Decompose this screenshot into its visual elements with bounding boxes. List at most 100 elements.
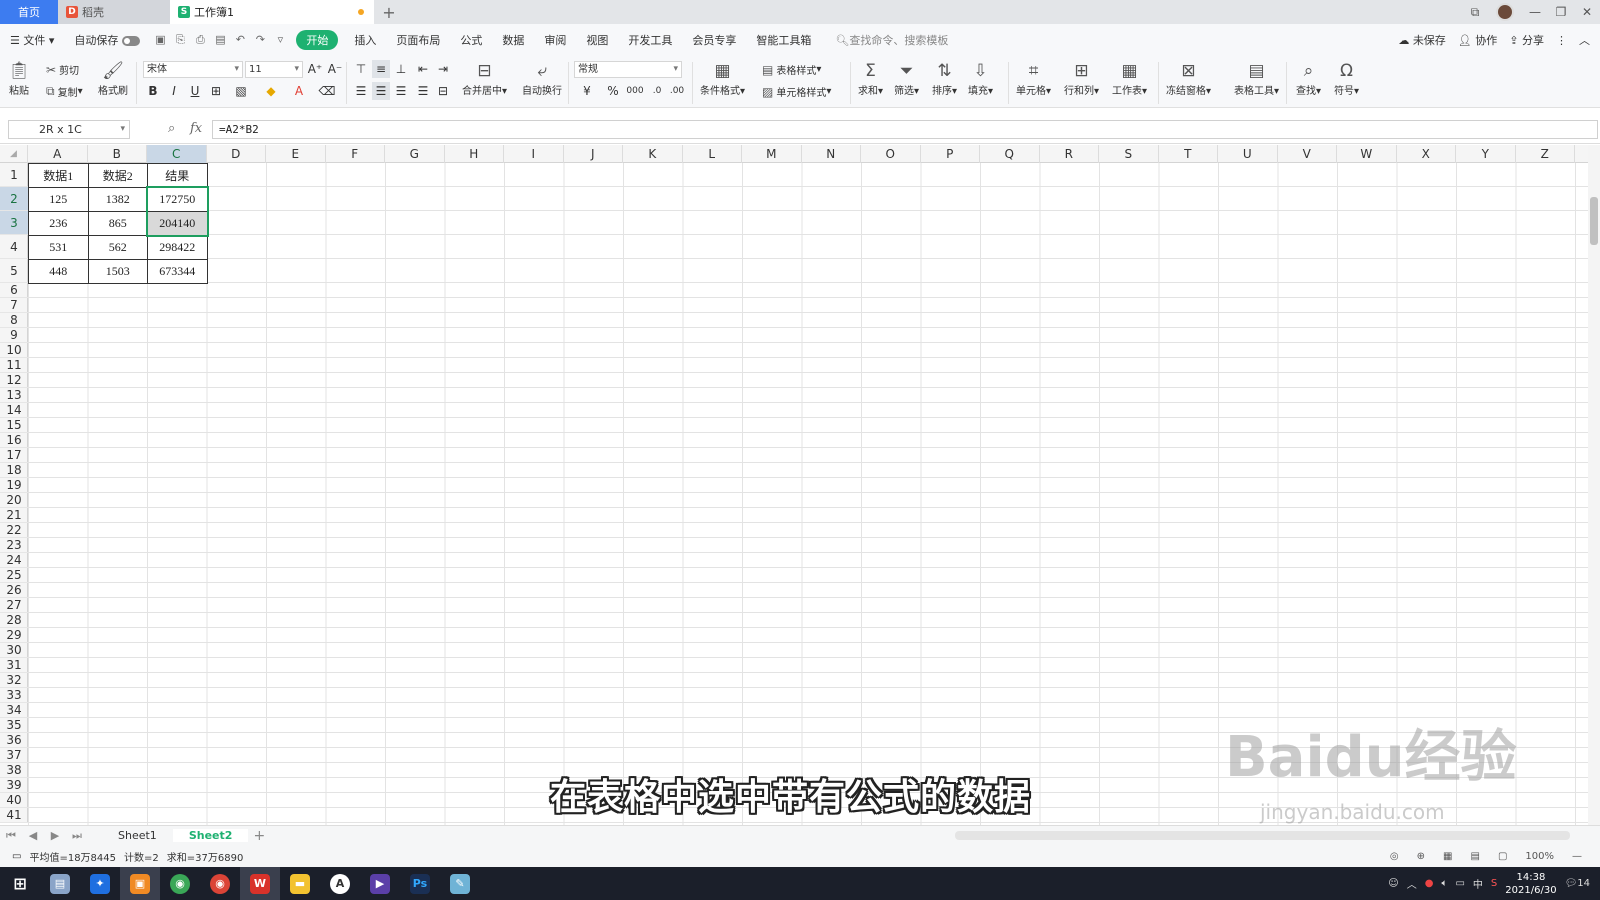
indent-increase-icon[interactable]: ⇥: [434, 60, 452, 78]
more-icon[interactable]: ▿: [273, 33, 287, 47]
row-header-9[interactable]: 9: [0, 328, 28, 343]
column-header-p[interactable]: P: [921, 145, 980, 163]
row-header-30[interactable]: 30: [0, 643, 28, 658]
row-header-38[interactable]: 38: [0, 763, 28, 778]
row-header-5[interactable]: 5: [0, 259, 28, 283]
number-format-select[interactable]: 常规: [574, 61, 682, 78]
wrap-text-button[interactable]: ⤶ 自动换行: [522, 60, 562, 97]
unsaved-button[interactable]: ☁ 未保存: [1398, 32, 1446, 48]
font-size-select[interactable]: 11: [245, 61, 303, 78]
row-header-31[interactable]: 31: [0, 658, 28, 673]
row-header-23[interactable]: 23: [0, 538, 28, 553]
collab-button[interactable]: 👤︎ 协作: [1458, 32, 1497, 48]
taskbar-app-chrome[interactable]: ◉: [160, 867, 200, 900]
zoom-formula-icon[interactable]: ⌕: [168, 121, 175, 136]
network-icon[interactable]: ▭: [1455, 878, 1464, 889]
table-cell[interactable]: 865: [87, 211, 148, 236]
row-header-34[interactable]: 34: [0, 703, 28, 718]
percent-icon[interactable]: %: [604, 82, 622, 100]
decrease-font-icon[interactable]: A⁻: [326, 60, 344, 78]
font-color-icon[interactable]: A: [290, 82, 308, 100]
worksheet-button[interactable]: ▦ 工作表▾: [1112, 60, 1147, 97]
taskbar-app-wps[interactable]: W: [240, 867, 280, 900]
column-header-r[interactable]: R: [1040, 145, 1099, 163]
table-cell[interactable]: 562: [87, 235, 148, 260]
table-tools-button[interactable]: ▤ 表格工具▾: [1234, 60, 1279, 97]
spreadsheet-grid[interactable]: ◢ A B C D E F G H I J K L M N O P Q R S T U V W X Y Z 1 2 3 4 5 6 7 8 9 10 1…: [0, 145, 1600, 825]
sheet-tab-sheet1[interactable]: Sheet1: [102, 829, 173, 842]
more-vertical-icon[interactable]: ⋮: [1556, 34, 1567, 47]
page-break-icon[interactable]: ▢: [1498, 851, 1507, 862]
increase-font-icon[interactable]: A⁺: [306, 60, 324, 78]
horizontal-scrollbar[interactable]: [955, 831, 1570, 840]
column-header-k[interactable]: K: [623, 145, 683, 163]
add-sheet-button[interactable]: +: [248, 828, 270, 844]
row-header-36[interactable]: 36: [0, 733, 28, 748]
border-icon[interactable]: ⊞: [207, 82, 225, 100]
row-header-12[interactable]: 12: [0, 373, 28, 388]
row-header-26[interactable]: 26: [0, 583, 28, 598]
fill-button[interactable]: ⇩ 填充▾: [968, 60, 993, 97]
column-header-b[interactable]: B: [88, 145, 147, 163]
row-header-35[interactable]: 35: [0, 718, 28, 733]
decrease-decimal-icon[interactable]: .00: [668, 82, 686, 100]
restore-button[interactable]: ❐: [1548, 5, 1574, 19]
last-sheet-icon[interactable]: ⏭: [66, 829, 88, 843]
symbol-button[interactable]: Ω 符号▾: [1334, 60, 1359, 97]
align-bottom-icon[interactable]: ⊥: [392, 60, 410, 78]
vertical-scrollbar[interactable]: [1588, 145, 1600, 825]
tab-data[interactable]: 数据: [492, 32, 534, 48]
export-icon[interactable]: ⎘: [173, 33, 187, 47]
tab-formulas[interactable]: 公式: [450, 32, 492, 48]
column-header-d[interactable]: D: [207, 145, 266, 163]
column-header-o[interactable]: O: [861, 145, 921, 163]
merge-center-button[interactable]: ⊟ 合并居中▾: [462, 60, 507, 97]
column-header-m[interactable]: M: [742, 145, 802, 163]
normal-view-icon[interactable]: ▦: [1443, 851, 1452, 862]
italic-button[interactable]: I: [165, 82, 183, 100]
align-middle-icon[interactable]: ≡: [372, 60, 390, 78]
taskbar-app-photoshop[interactable]: Ps: [400, 867, 440, 900]
row-header-39[interactable]: 39: [0, 778, 28, 793]
column-header-c[interactable]: C: [147, 145, 207, 163]
table-cell[interactable]: 448: [28, 259, 89, 284]
font-family-select[interactable]: 宋体: [143, 61, 243, 78]
row-header-20[interactable]: 20: [0, 493, 28, 508]
column-header-w[interactable]: W: [1337, 145, 1397, 163]
row-header-4[interactable]: 4: [0, 235, 28, 259]
row-header-8[interactable]: 8: [0, 313, 28, 328]
eye-icon[interactable]: ◎: [1390, 851, 1399, 862]
row-header-22[interactable]: 22: [0, 523, 28, 538]
volume-icon[interactable]: 🔈︎: [1441, 878, 1447, 889]
sheet-status-icon[interactable]: ▭: [12, 851, 21, 862]
layout-icon[interactable]: ⧉: [1462, 5, 1488, 20]
table-cell[interactable]: 204140: [147, 211, 208, 236]
row-header-21[interactable]: 21: [0, 508, 28, 523]
next-sheet-icon[interactable]: ▶: [44, 829, 66, 842]
filter-button[interactable]: ⏷ 筛选▾: [894, 60, 919, 97]
taskbar-app-notes[interactable]: ✎: [440, 867, 480, 900]
tab-home[interactable]: 首页: [0, 0, 58, 24]
row-header-15[interactable]: 15: [0, 418, 28, 433]
save-icon[interactable]: ▣: [153, 33, 167, 47]
align-right-icon[interactable]: ☰: [392, 82, 410, 100]
justify-icon[interactable]: ☰: [414, 82, 432, 100]
row-header-32[interactable]: 32: [0, 673, 28, 688]
row-header-40[interactable]: 40: [0, 793, 28, 808]
copy-button[interactable]: ⧉ 复制 ▾: [46, 84, 83, 99]
people-icon[interactable]: ☺: [1388, 878, 1398, 889]
row-header-25[interactable]: 25: [0, 568, 28, 583]
fill-color-icon[interactable]: ◆: [262, 82, 280, 100]
tab-docer[interactable]: D 稻壳: [58, 0, 170, 24]
bold-button[interactable]: B: [144, 82, 162, 100]
column-header-l[interactable]: L: [683, 145, 742, 163]
align-left-icon[interactable]: ☰: [352, 82, 370, 100]
column-header-z[interactable]: Z: [1516, 145, 1575, 163]
row-header-14[interactable]: 14: [0, 403, 28, 418]
page-view-icon[interactable]: ▤: [1471, 851, 1480, 862]
table-header-cell[interactable]: 数据1: [28, 163, 89, 188]
tray-expand-icon[interactable]: ︿: [1407, 876, 1417, 891]
conditional-format-button[interactable]: ▦ 条件格式▾: [700, 60, 745, 97]
zoom-out-icon[interactable]: —: [1572, 851, 1582, 862]
column-header-g[interactable]: G: [385, 145, 445, 163]
